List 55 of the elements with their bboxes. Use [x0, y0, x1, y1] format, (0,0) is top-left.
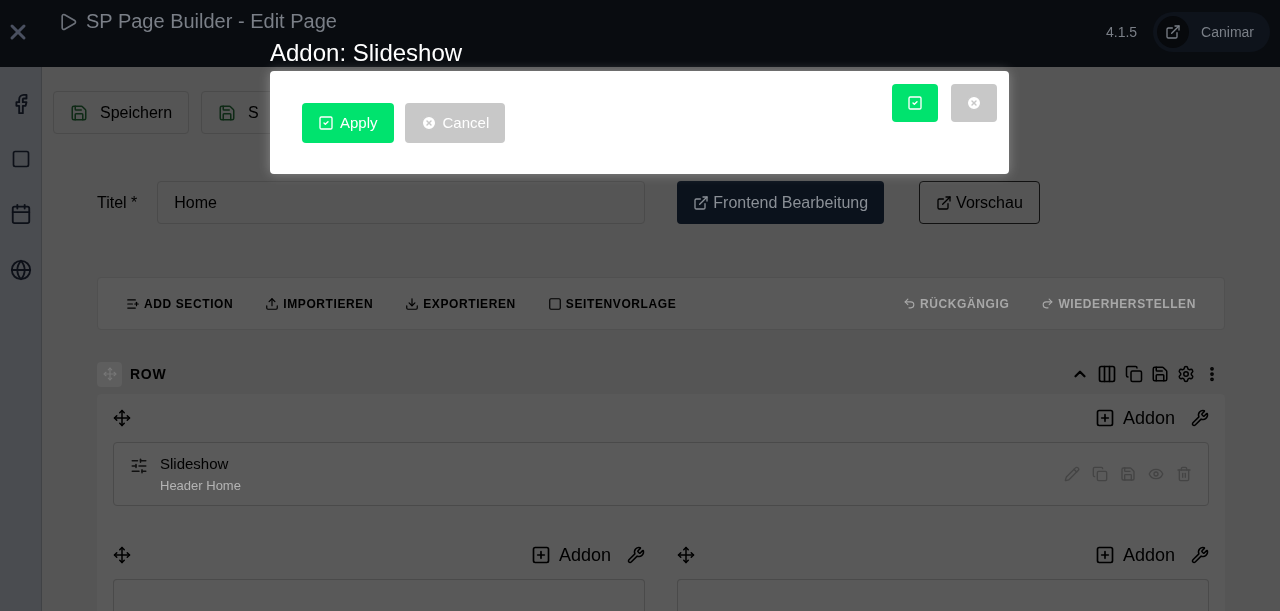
title-label: Titel *	[97, 192, 138, 213]
close-icon	[966, 95, 982, 111]
preview-button[interactable]: Vorschau	[919, 181, 1040, 224]
save-icon	[218, 103, 237, 122]
move-icon[interactable]	[113, 546, 131, 564]
save-button[interactable]: Speichern	[53, 91, 190, 134]
modal-title: Addon: Slideshow	[270, 38, 463, 68]
toolbar-action[interactable]: IMPORTIEREN	[265, 294, 374, 313]
download-icon	[405, 296, 420, 311]
toolbar-action[interactable]: SEITENVORLAGE	[547, 294, 677, 313]
check-icon	[907, 95, 923, 111]
add-icon	[530, 545, 551, 565]
external-link-icon	[693, 194, 710, 211]
globe-icon[interactable]	[9, 259, 32, 281]
version-label: 4.1.5	[1105, 23, 1138, 42]
add-icon	[1094, 408, 1115, 428]
title-input[interactable]: Home	[157, 181, 646, 224]
cancel-icon-button[interactable]	[951, 84, 997, 122]
redo-icon	[1041, 297, 1055, 310]
addon-card[interactable]: Slideshow Header Home	[113, 442, 1209, 506]
wrench-icon[interactable]	[1191, 409, 1209, 427]
wrench-icon[interactable]	[627, 546, 645, 564]
frontend-edit-button[interactable]: Frontend Bearbeitung	[677, 181, 885, 224]
save-icon	[70, 103, 88, 122]
builder-logo-icon	[58, 12, 78, 32]
columns-icon[interactable]	[1097, 364, 1117, 384]
save-icon[interactable]	[1151, 365, 1169, 383]
check-icon	[318, 115, 334, 131]
apply-button[interactable]: Apply	[302, 103, 394, 143]
add-icon	[1094, 545, 1115, 565]
page-title: SP Page Builder - Edit Page	[86, 9, 337, 33]
row-label: ROW	[130, 364, 167, 384]
move-icon[interactable]	[677, 546, 695, 564]
add-addon-button[interactable]: Addon	[1094, 541, 1175, 569]
copy-icon[interactable]	[1125, 365, 1143, 383]
drag-icon[interactable]	[102, 367, 117, 381]
move-icon[interactable]	[113, 409, 131, 427]
user-menu-button[interactable]: Canimar	[1153, 12, 1270, 52]
addon-title: Slideshow	[160, 454, 230, 474]
external-link-icon	[936, 194, 953, 211]
add-section-icon	[126, 296, 140, 311]
apply-icon-button[interactable]	[892, 84, 938, 122]
template-icon	[547, 296, 562, 311]
calendar-icon[interactable]	[9, 203, 32, 225]
addon-subtitle: Header Home	[160, 476, 241, 495]
close-icon	[420, 115, 437, 131]
undo-icon	[903, 297, 917, 310]
wrench-icon[interactable]	[1191, 546, 1209, 564]
toolbar-action[interactable]: EXPORTIEREN	[405, 294, 516, 313]
external-link-icon	[1165, 24, 1182, 40]
add-addon-button[interactable]: Addon	[530, 541, 611, 569]
settings-icon[interactable]	[1177, 365, 1195, 383]
add-addon-button[interactable]: Addon	[1094, 404, 1175, 432]
upload-icon	[265, 296, 280, 311]
toolbar-action[interactable]: ADD SECTION	[126, 294, 234, 313]
